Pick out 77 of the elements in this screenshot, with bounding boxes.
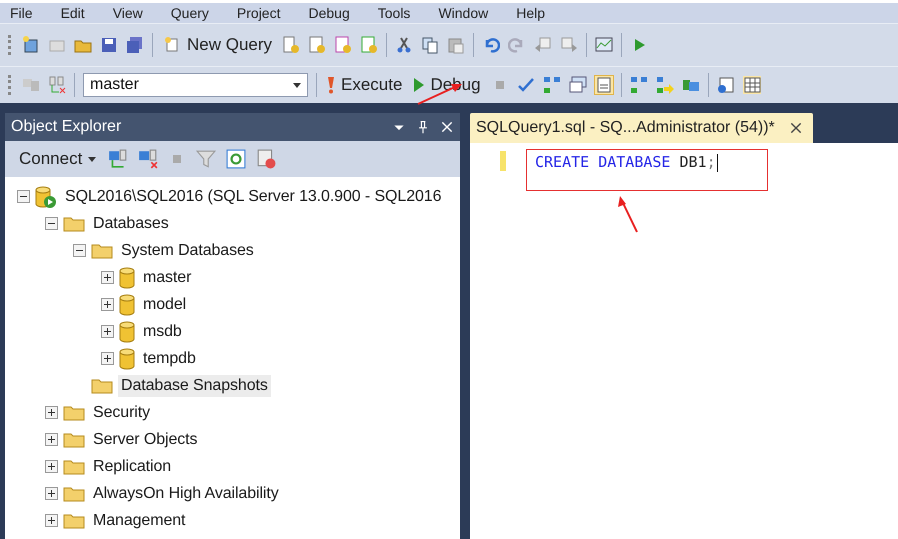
expand-toggle-icon[interactable] [45, 514, 58, 527]
database-icon [119, 294, 135, 316]
tree-item[interactable]: Server Objects [90, 428, 200, 450]
menu-item[interactable]: Edit [60, 3, 85, 23]
annotation-arrow [618, 196, 638, 232]
results-grid-icon[interactable] [594, 76, 613, 94]
tree-item[interactable]: Databases [90, 212, 172, 234]
connect-button[interactable]: Connect [17, 149, 98, 169]
expand-toggle-icon[interactable] [101, 271, 114, 284]
save-icon[interactable] [100, 36, 118, 54]
checkmark-icon[interactable] [516, 76, 535, 94]
database-icon [119, 266, 135, 288]
tree-item[interactable]: Database Snapshots [118, 374, 271, 396]
menu-item[interactable]: File [10, 3, 33, 23]
navigate-forward-icon[interactable] [560, 36, 578, 54]
expand-toggle-icon[interactable] [101, 352, 114, 365]
expand-toggle-icon[interactable] [45, 460, 58, 473]
navigate-back-icon[interactable] [534, 36, 552, 54]
database-icon [119, 348, 135, 370]
collapse-toggle-icon[interactable] [45, 217, 58, 230]
execute-button[interactable]: Execute [325, 75, 404, 95]
expand-toggle-icon[interactable] [45, 433, 58, 446]
folder-icon [63, 512, 85, 528]
network-disconnect-icon[interactable] [48, 76, 66, 94]
query-tab[interactable]: SQLQuery1.sql - SQ...Administrator (54))* [470, 113, 813, 143]
disconnect-icon[interactable] [138, 149, 158, 169]
folder-icon [63, 458, 85, 474]
chart-icon[interactable] [595, 36, 614, 54]
save-all-icon[interactable] [126, 36, 144, 54]
pin-icon[interactable] [416, 118, 430, 136]
panel-title: Object Explorer [11, 118, 122, 136]
code-line: CREATE DATABASE DB1; [535, 152, 719, 172]
menu-item[interactable]: View [112, 3, 143, 23]
exclamation-icon [327, 76, 335, 94]
copy-icon[interactable] [421, 36, 440, 54]
expand-toggle-icon[interactable] [101, 298, 114, 311]
folder-icon [63, 486, 85, 502]
collapse-toggle-icon[interactable] [73, 244, 86, 257]
folder-icon [63, 404, 85, 420]
window-icon[interactable] [568, 76, 587, 94]
table-icon[interactable] [742, 76, 761, 94]
play-icon [414, 78, 424, 92]
menu-item[interactable]: Help [516, 3, 546, 23]
folder-icon [91, 378, 113, 394]
caret-icon [88, 156, 96, 162]
collapse-toggle-icon[interactable] [17, 190, 30, 203]
caret-icon [293, 82, 301, 88]
server-icon [35, 186, 57, 208]
tree-item[interactable]: master [140, 266, 194, 288]
folder-icon [63, 216, 85, 232]
folder-icon [63, 432, 85, 448]
expand-toggle-icon[interactable] [45, 487, 58, 500]
menu-item[interactable]: Query [170, 3, 209, 23]
menu-item[interactable]: Debug [308, 3, 350, 23]
connect-icon[interactable] [108, 149, 128, 169]
expand-toggle-icon[interactable] [45, 406, 58, 419]
database-icon [119, 320, 135, 342]
tree-item[interactable]: System Databases [118, 240, 257, 262]
database-dropdown[interactable]: master [83, 73, 308, 97]
menu-item[interactable]: Window [438, 3, 488, 23]
tree-item[interactable]: Replication [90, 456, 174, 478]
tree-item[interactable]: msdb [140, 320, 185, 342]
paste-icon[interactable] [447, 36, 466, 54]
menu-item[interactable]: Tools [378, 3, 410, 23]
tree-item[interactable]: Management [90, 510, 188, 532]
tree-item[interactable]: AlwaysOn High Availability [90, 482, 282, 504]
tree-item[interactable]: Security [90, 402, 153, 424]
expand-toggle-icon[interactable] [101, 325, 114, 338]
scissors-icon[interactable] [395, 36, 414, 54]
arrow-icon[interactable] [656, 76, 674, 94]
folder-icon [91, 242, 113, 258]
tree-item[interactable]: tempdb [140, 348, 199, 370]
new-query-button[interactable]: New Query [161, 35, 274, 55]
change-marker [500, 151, 506, 171]
tree-item[interactable]: model [140, 294, 190, 316]
tree-item[interactable]: SQL2016\SQL2016 (SQL Server 13.0.900 - SQL2016 [62, 186, 444, 208]
menu-item[interactable]: Project [236, 3, 280, 23]
